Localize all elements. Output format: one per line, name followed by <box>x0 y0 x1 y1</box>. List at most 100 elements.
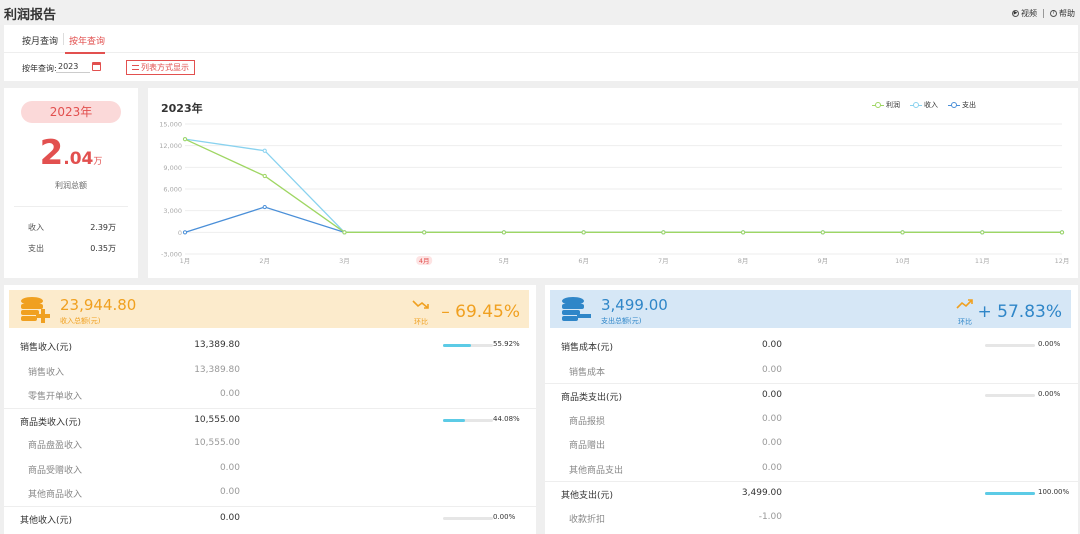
total-profit-whole: 2 <box>39 133 64 173</box>
x-tick-label: 1月 <box>180 257 191 265</box>
summary-income-value: 2.39万 <box>90 223 116 232</box>
x-tick-label: 5月 <box>499 257 510 265</box>
expense-share-percent: 0.00% <box>1038 390 1061 398</box>
expense-row-item: 商品报损 0.00 <box>545 408 1078 433</box>
income-row-value: 13,389.80 <box>194 364 240 375</box>
tab-divider <box>63 33 64 45</box>
help-label: 帮助 <box>1059 9 1075 18</box>
series-point[interactable] <box>1059 230 1065 235</box>
list-view-label: 列表方式显示 <box>141 63 189 72</box>
series-point[interactable] <box>980 230 985 235</box>
income-row-label: 商品受赠收入 <box>28 465 83 476</box>
legend-item-expense[interactable]: 支出 <box>948 100 976 110</box>
series-point[interactable] <box>182 137 188 142</box>
income-row-label: 商品盘盈收入 <box>28 441 83 451</box>
income-row-label: 商品类收入(元) <box>20 417 82 428</box>
expense-row-label: 收款折扣 <box>569 514 606 525</box>
summary-income-label: 收入 <box>28 223 44 232</box>
y-tick-label: 12,000 <box>159 142 182 150</box>
summary-expense-value: 0.35万 <box>90 244 116 253</box>
summary-expense-row: 支出 0.35万 <box>28 243 116 254</box>
income-share-bar-fill <box>443 418 466 422</box>
series-point[interactable] <box>581 230 586 235</box>
income-row-item: 销售收入 13,389.80 <box>4 359 536 384</box>
income-row-label: 其他收入(元) <box>20 515 73 526</box>
expense-row-value: -1.00 <box>758 511 782 522</box>
expense-row-item: 商品赠出 0.00 <box>545 432 1078 457</box>
income-rows: 销售收入(元) 13,389.80 55.92% 销售收入 13,389.80 零售开单收… <box>4 334 536 530</box>
income-row-item: 其他商品收入 0.00 <box>4 481 536 506</box>
expense-row-label: 销售成本 <box>569 367 606 378</box>
series-point[interactable] <box>342 230 347 235</box>
series-point[interactable] <box>501 230 507 235</box>
trend-up-icon <box>956 299 973 309</box>
income-change-percent: – 69.45% <box>441 302 520 322</box>
summary-divider <box>14 206 128 207</box>
calendar-icon[interactable] <box>92 62 101 71</box>
expense-share-bar <box>985 492 1035 495</box>
expense-row-value: 0.00 <box>761 340 782 350</box>
profit-summary-card: 2023年 2.04万 利润总额 收入 2.39万 支出 0.35万 <box>4 88 138 278</box>
total-profit-value: 2.04万 <box>4 133 138 173</box>
expense-row-value: 0.00 <box>761 364 782 375</box>
action-divider <box>1043 9 1044 18</box>
y-tick-label: 9,000 <box>163 164 182 172</box>
income-row-label: 销售收入 <box>28 367 65 378</box>
legend-item-profit[interactable]: 利润 <box>872 100 900 110</box>
x-tick-label: 9月 <box>817 257 828 265</box>
y-tick-label: 0 <box>178 229 182 237</box>
year-input[interactable] <box>56 61 90 73</box>
expense-huanbi-label: 环比 <box>958 318 972 326</box>
series-point[interactable] <box>820 230 825 235</box>
tab-yearly-query[interactable]: 按年查询 <box>69 34 105 47</box>
summary-expense-label: 支出 <box>28 244 44 253</box>
list-view-button[interactable]: 列表方式显示 <box>126 60 195 75</box>
expense-share-bar <box>985 344 1035 347</box>
expense-row-value: 0.00 <box>761 462 782 473</box>
income-row-value: 0.00 <box>219 512 240 523</box>
income-share-bar <box>443 418 493 422</box>
list-icon <box>132 65 139 70</box>
income-row-label: 销售收入(元) <box>20 343 73 353</box>
series-point[interactable] <box>262 204 267 210</box>
video-label: 视频 <box>1021 9 1037 18</box>
series-point[interactable] <box>900 230 905 235</box>
income-row-category: 其他收入(元) 0.00 0.00% <box>4 505 536 531</box>
expense-row-value: 0.00 <box>761 438 782 448</box>
income-row-category: 销售收入(元) 13,389.80 55.92% <box>4 334 536 359</box>
series-point[interactable] <box>182 230 188 235</box>
summary-income-row: 收入 2.39万 <box>28 222 116 233</box>
series-line-1 <box>184 138 1062 233</box>
expense-total-label: 支出总额(元) <box>601 317 642 325</box>
income-row-value: 0.00 <box>219 389 240 399</box>
series-point[interactable] <box>262 148 267 153</box>
expense-row-value: 0.00 <box>761 390 782 400</box>
trend-chart-card: 15,000 12,000 9,000 6,000 3,000 0 -3,000 1月 2月 3月… <box>148 88 1078 278</box>
series-point[interactable] <box>661 230 666 235</box>
income-row-item: 零售开单收入 0.00 <box>4 383 536 408</box>
income-row-category: 商品类收入(元) 10,555.00 44.08% <box>4 407 536 433</box>
income-row-item: 商品盘盈收入 10,555.00 <box>4 432 536 457</box>
year-badge: 2023年 <box>21 101 121 123</box>
tab-monthly-query[interactable]: 按月查询 <box>22 34 58 47</box>
legend-marker-expense <box>948 102 960 108</box>
x-tick-label: 3月 <box>339 257 350 265</box>
legend-marker-income <box>910 102 922 108</box>
legend-item-income[interactable]: 收入 <box>910 100 938 110</box>
top-actions: ▶ 视频 ? 帮助 <box>1012 8 1075 19</box>
video-button[interactable]: ▶ 视频 <box>1012 8 1037 19</box>
series-point[interactable] <box>740 230 746 235</box>
x-tick-label: 12月 <box>1055 257 1070 265</box>
income-breakdown-card: 23,944.80 收入总额(元) 环比 – 69.45% 销售收入(元) 13,… <box>4 285 536 534</box>
income-total-label: 收入总额(元) <box>60 317 101 325</box>
expense-row-label: 商品报损 <box>569 416 606 427</box>
page-title: 利润报告 <box>4 8 57 23</box>
series-point[interactable] <box>262 173 267 179</box>
expense-row-value: 3,499.00 <box>741 488 782 498</box>
expense-row-label: 商品类支出(元) <box>561 393 623 403</box>
income-row-item: 商品受赠收入 0.00 <box>4 457 536 482</box>
series-point[interactable] <box>422 230 427 235</box>
help-button[interactable]: ? 帮助 <box>1050 8 1075 19</box>
income-row-value: 0.00 <box>219 462 240 473</box>
expense-change-percent: + 57.83% <box>977 302 1062 322</box>
